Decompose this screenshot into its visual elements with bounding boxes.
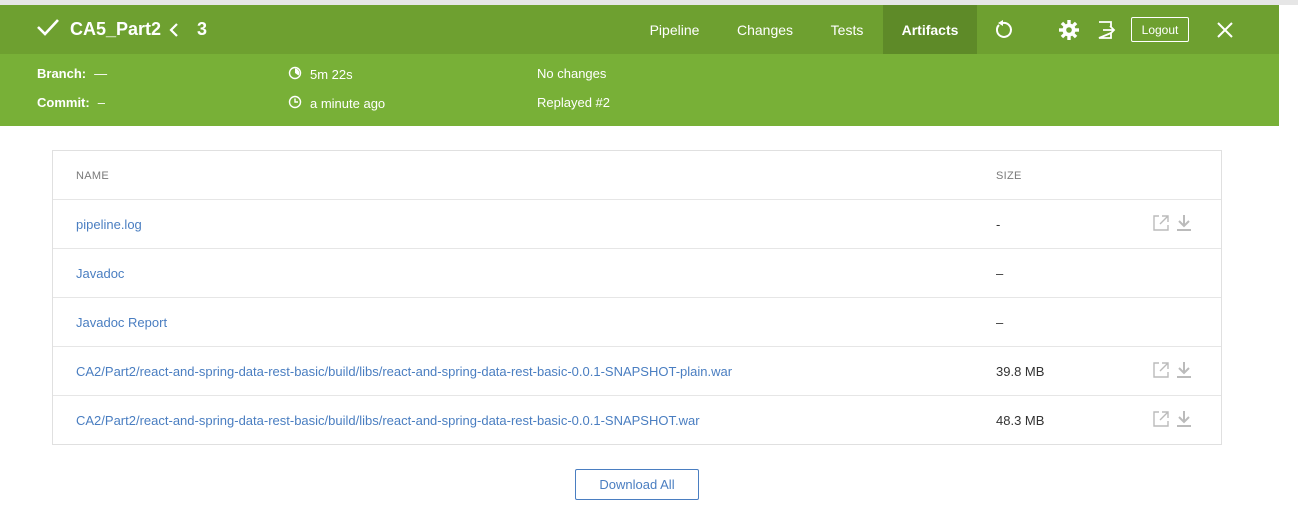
run-header: CA5_Part2 3 Pipeline Changes Tests Artif… — [0, 5, 1279, 54]
run-title: CA5_Part2 3 — [36, 17, 207, 42]
replay-icon[interactable] — [990, 17, 1016, 43]
table-row: CA2/Part2/react-and-spring-data-rest-bas… — [53, 347, 1221, 396]
commit-label: Commit: — [37, 95, 90, 110]
changes-info: No changes — [537, 66, 607, 81]
duration-value: 5m 22s — [310, 67, 353, 82]
time-ago-value: a minute ago — [310, 96, 386, 111]
table-header: NAME SIZE — [53, 151, 1221, 200]
replayed-info: Replayed #2 — [537, 95, 610, 110]
artifact-size: 48.3 MB — [996, 413, 1045, 428]
run-summary: Branch: — Commit: – 5m 22s a minute ago … — [0, 54, 1279, 126]
artifact-name-link[interactable]: CA2/Part2/react-and-spring-data-rest-bas… — [76, 347, 732, 396]
chevron-left-icon — [169, 22, 189, 37]
branch-label: Branch: — [37, 66, 87, 81]
open-external-icon[interactable] — [1152, 410, 1170, 428]
artifacts-table: NAME SIZE pipeline.log - Javadoc – Javadoc R… — [52, 150, 1222, 445]
artifact-actions — [1152, 361, 1192, 379]
commit-value: – — [97, 95, 105, 110]
logout-button[interactable]: Logout — [1131, 17, 1189, 42]
pipeline-name[interactable]: CA5_Part2 — [70, 19, 161, 40]
artifact-actions — [1152, 214, 1192, 232]
tab-pipeline[interactable]: Pipeline — [638, 5, 711, 54]
branch-value: — — [94, 66, 108, 81]
open-external-icon[interactable] — [1152, 214, 1170, 232]
artifact-name-link[interactable]: pipeline.log — [76, 200, 142, 249]
artifact-name-link[interactable]: Javadoc — [76, 249, 124, 298]
table-row: Javadoc – — [53, 249, 1221, 298]
column-name-header: NAME — [76, 169, 109, 182]
open-external-icon[interactable] — [1152, 361, 1170, 379]
tab-changes[interactable]: Changes — [727, 5, 803, 54]
run-number: 3 — [197, 19, 208, 39]
artifact-size: - — [996, 217, 1001, 232]
tab-changes-label: Changes — [736, 21, 794, 38]
duration-info: 5m 22s — [288, 66, 353, 83]
close-icon[interactable] — [1212, 17, 1238, 43]
time-info: a minute ago — [288, 95, 385, 112]
download-icon[interactable] — [1176, 214, 1192, 232]
tab-artifacts[interactable]: Artifacts — [883, 5, 977, 54]
column-size-header: SIZE — [996, 169, 1022, 182]
table-row: CA2/Part2/react-and-spring-data-rest-bas… — [53, 396, 1221, 445]
artifact-size: 39.8 MB — [996, 364, 1045, 379]
branch-info: Branch: — — [37, 66, 107, 81]
download-icon[interactable] — [1176, 361, 1192, 379]
artifact-actions — [1152, 410, 1192, 428]
tab-pipeline-label: Pipeline — [649, 21, 700, 38]
gear-icon[interactable] — [1056, 17, 1082, 43]
artifact-name-link[interactable]: Javadoc Report — [76, 298, 167, 347]
artifact-size: – — [996, 266, 1004, 281]
artifact-size: – — [996, 315, 1004, 330]
exit-icon[interactable] — [1093, 17, 1119, 43]
checkmark-icon — [36, 17, 70, 42]
scroll-gutter — [1279, 5, 1298, 126]
stopwatch-icon — [288, 66, 310, 83]
clock-icon — [288, 95, 310, 112]
tab-tests-label: Tests — [830, 21, 864, 38]
artifact-name-link[interactable]: CA2/Part2/react-and-spring-data-rest-bas… — [76, 396, 700, 445]
commit-info: Commit: – — [37, 95, 105, 110]
tab-artifacts-label: Artifacts — [901, 21, 959, 38]
table-row: pipeline.log - — [53, 200, 1221, 249]
download-all-button[interactable]: Download All — [575, 469, 699, 500]
table-row: Javadoc Report – — [53, 298, 1221, 347]
download-icon[interactable] — [1176, 410, 1192, 428]
tab-tests[interactable]: Tests — [819, 5, 875, 54]
